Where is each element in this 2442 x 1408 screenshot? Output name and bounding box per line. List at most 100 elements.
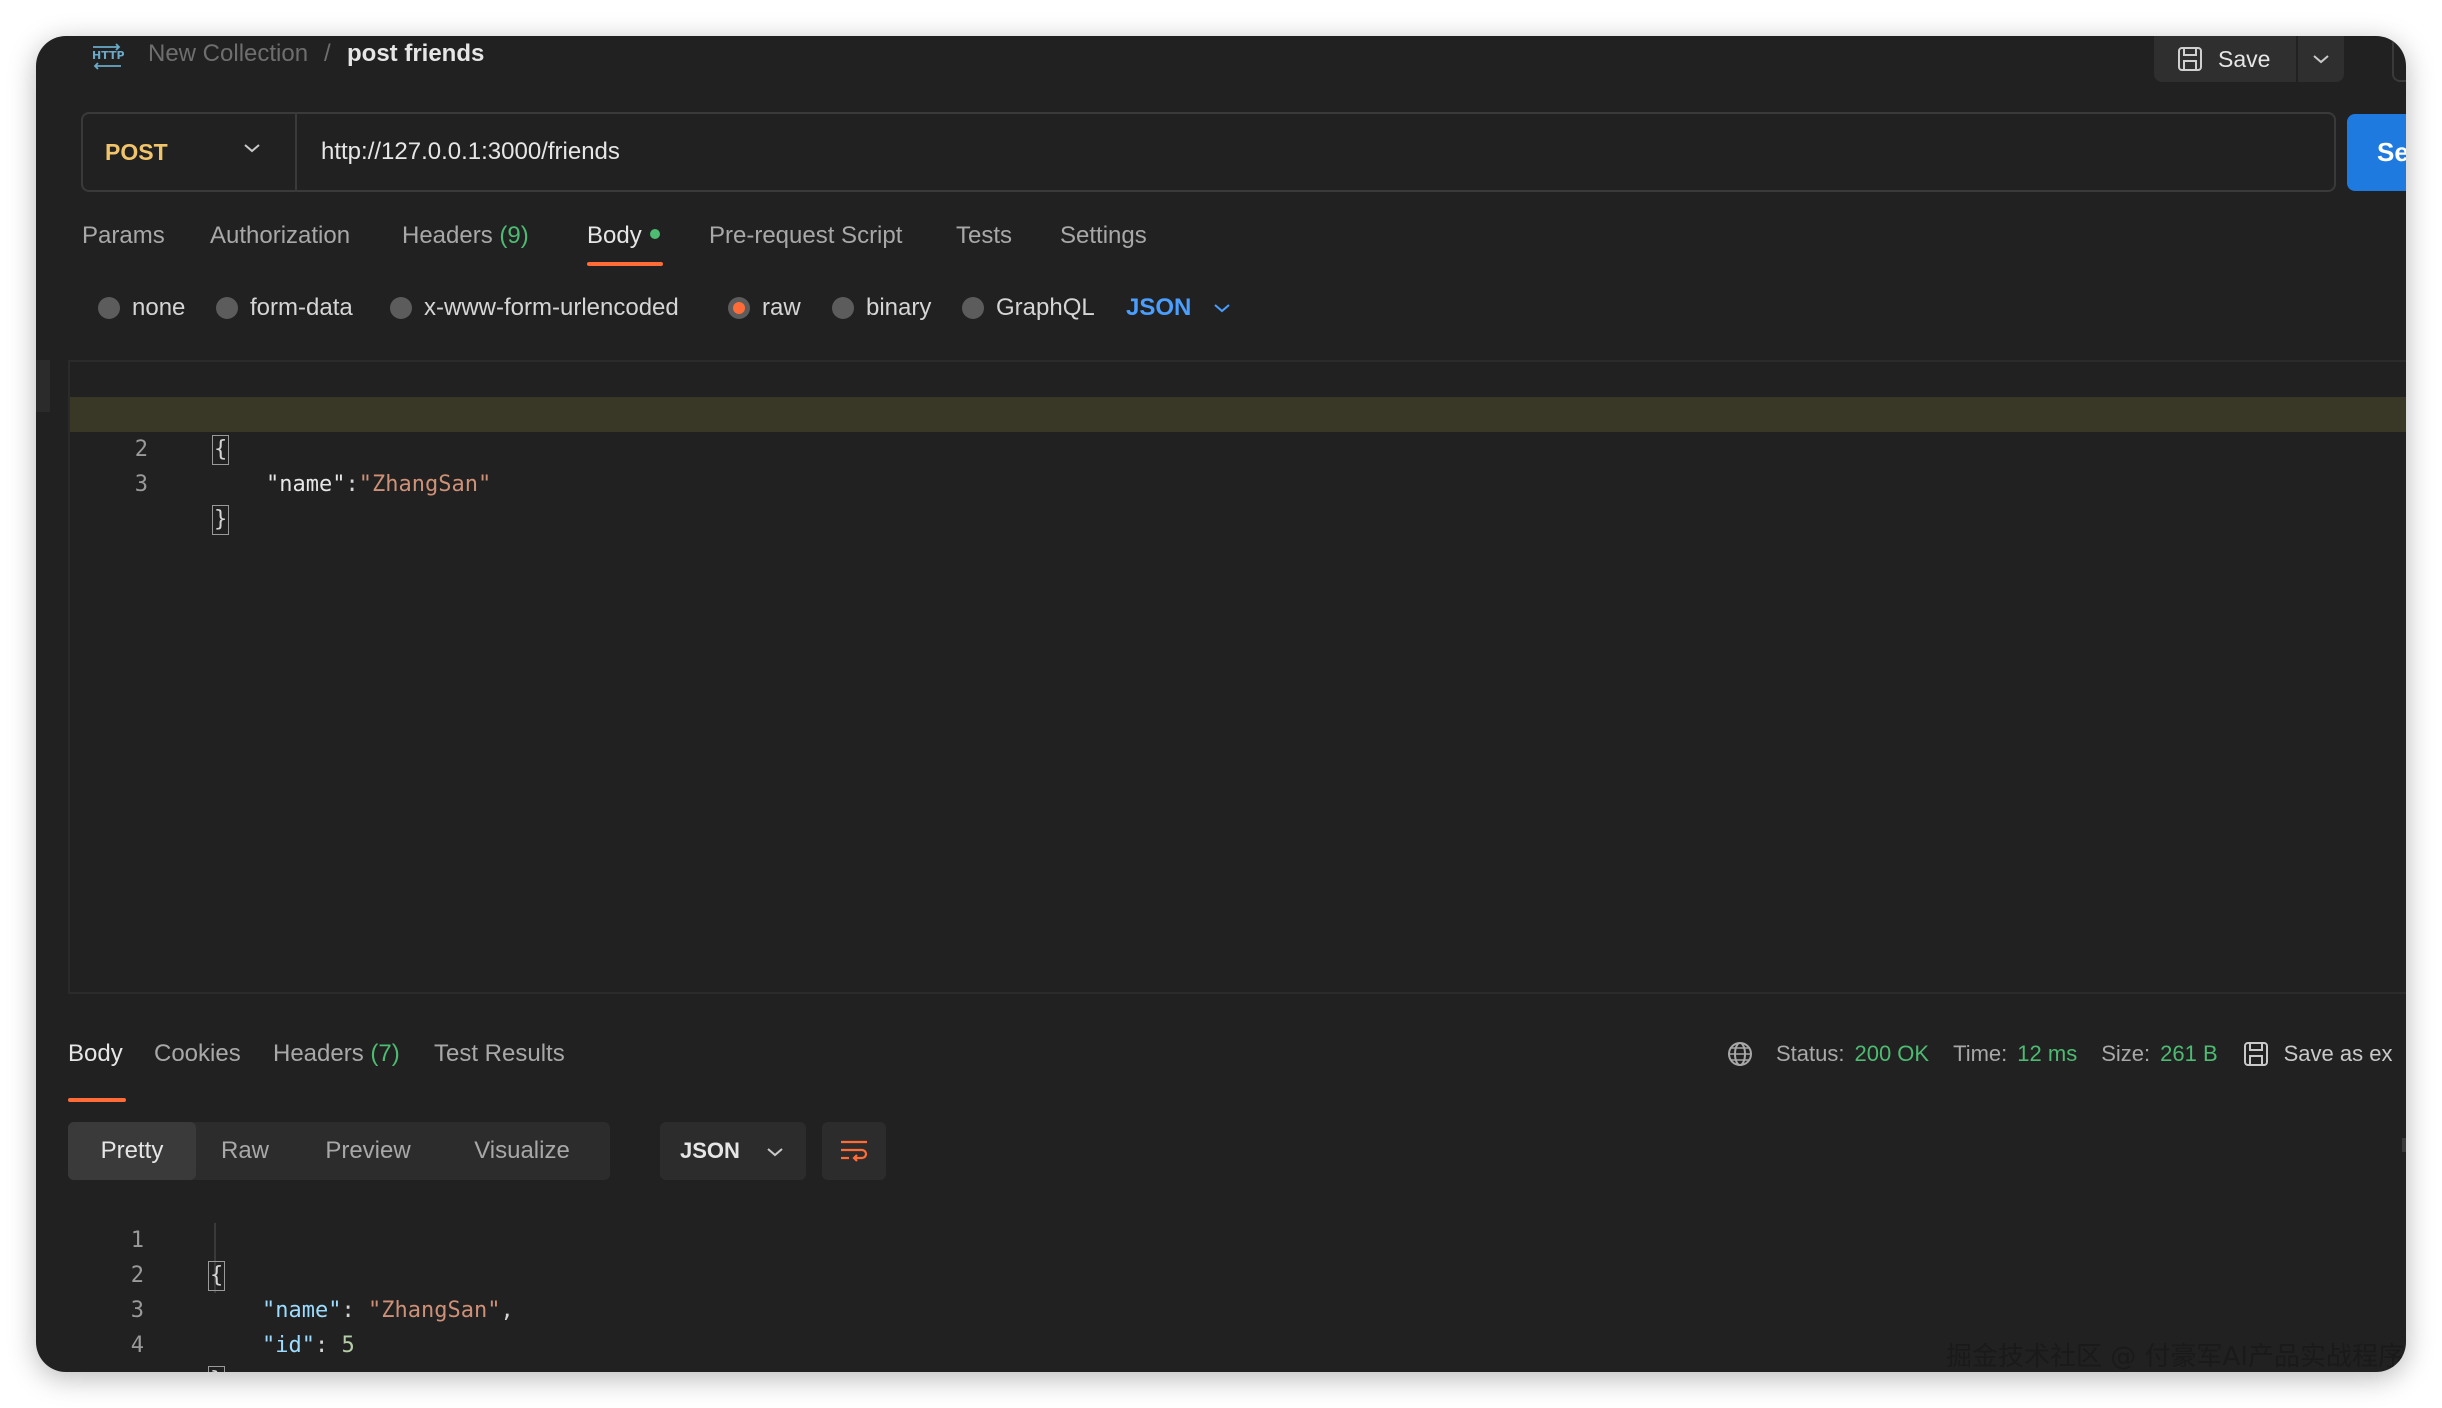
body-modified-indicator (649, 229, 660, 239)
line-number: 4 (130, 1333, 144, 1358)
radio-dot (962, 297, 984, 319)
save-options-button[interactable] (2298, 36, 2344, 82)
code-line: 4 } (68, 1293, 2406, 1372)
save-button-label: Save (2218, 45, 2271, 72)
http-icon: HTTP (92, 43, 124, 70)
code-line: 1 { (68, 1188, 2406, 1291)
radio-dot (98, 297, 120, 319)
body-language-label: JSON (1126, 294, 1192, 321)
save-as-example-button[interactable]: Save as ex (2242, 1040, 2393, 1068)
method-label: POST (105, 138, 168, 165)
json-value: "ZhangSan" (358, 472, 492, 497)
response-tab-headers-label: Headers (273, 1040, 364, 1067)
breadcrumb-separator: / (324, 40, 331, 67)
globe-icon[interactable] (1726, 1040, 1754, 1068)
breadcrumb-collection[interactable]: New Collection (148, 36, 308, 72)
radio-binary[interactable]: binary (832, 288, 931, 328)
code-line: 3 } (70, 432, 2406, 535)
json-key: "id" (262, 1333, 315, 1358)
code-line: 1 { (70, 362, 2406, 465)
radio-urlencoded-label: x-www-form-urlencoded (424, 294, 679, 321)
radio-graphql[interactable]: GraphQL (962, 288, 1095, 328)
scroll-marker (2402, 1138, 2406, 1152)
response-tab-headers-count: (7) (370, 1040, 400, 1067)
code-line-highlighted: 2 "name":"ZhangSan" (70, 397, 2406, 497)
view-pretty-button[interactable]: Pretty (68, 1122, 196, 1180)
code-line: 3 "id": 5 (68, 1258, 2406, 1358)
response-language-select[interactable]: JSON (660, 1122, 806, 1180)
brace-close: } (212, 505, 230, 535)
brace-close: } (208, 1366, 226, 1372)
response-view-segmented-control: Pretty Raw Preview Visualize (68, 1122, 610, 1180)
size-value[interactable]: 261 B (2160, 1041, 2218, 1067)
radio-form-data-label: form-data (250, 294, 353, 321)
request-header-bar: HTTP New Collection / post friends Save (36, 36, 2406, 88)
time-value[interactable]: 12 ms (2017, 1041, 2077, 1067)
tab-tests[interactable]: Tests (956, 218, 1012, 254)
editor-gutter-marker (36, 360, 50, 412)
status-value[interactable]: 200 OK (1854, 1041, 1929, 1067)
radio-raw[interactable]: raw (728, 288, 801, 328)
save-button-group: Save (2154, 36, 2344, 82)
chevron-down-icon (2313, 55, 2329, 64)
response-language-label: JSON (680, 1138, 740, 1163)
radio-graphql-label: GraphQL (996, 294, 1095, 321)
json-colon: : (314, 1333, 342, 1358)
breadcrumb-request-name[interactable]: post friends (347, 36, 484, 72)
code-line: 2 "name": "ZhangSan", (68, 1223, 2406, 1323)
size-label: Size: (2101, 1041, 2151, 1066)
method-select[interactable]: POST (83, 114, 297, 190)
wrap-lines-icon (841, 1140, 868, 1162)
radio-dot-selected (728, 297, 750, 319)
url-input[interactable]: http://127.0.0.1:3000/friends (321, 114, 620, 190)
radio-dot (832, 297, 854, 319)
body-type-selector: none form-data x-www-form-urlencoded raw… (36, 288, 2406, 328)
save-button[interactable]: Save (2154, 36, 2296, 82)
active-tab-indicator (587, 262, 663, 266)
response-tab-test-results[interactable]: Test Results (434, 1036, 565, 1072)
postman-window: HTTP New Collection / post friends Save (36, 36, 2406, 1372)
json-colon: : (345, 472, 359, 497)
save-icon (2243, 1042, 2268, 1066)
request-body-editor[interactable]: 1 { 2 "name":"ZhangSan" 3 } (68, 360, 2406, 994)
radio-dot (216, 297, 238, 319)
sidebar-toggle-button[interactable] (2392, 36, 2406, 82)
tab-body-label: Body (587, 222, 642, 249)
radio-none-label: none (132, 294, 186, 321)
send-button[interactable]: Se (2347, 114, 2406, 191)
view-preview-button[interactable]: Preview (294, 1122, 442, 1180)
tab-headers[interactable]: Headers (9) (402, 218, 529, 254)
radio-dot (390, 297, 412, 319)
save-as-example-label: Save as ex (2283, 1041, 2393, 1066)
chevron-down-icon (244, 144, 260, 153)
radio-raw-label: raw (762, 294, 801, 321)
tab-body[interactable]: Body (587, 218, 660, 254)
response-tab-cookies[interactable]: Cookies (154, 1036, 241, 1072)
wrap-lines-button[interactable] (822, 1122, 886, 1180)
radio-urlencoded[interactable]: x-www-form-urlencoded (390, 288, 679, 328)
response-tab-body[interactable]: Body (68, 1036, 123, 1072)
tab-headers-count: (9) (499, 222, 529, 249)
view-raw-button[interactable]: Raw (196, 1122, 294, 1180)
svg-text:HTTP: HTTP (92, 49, 124, 62)
tab-settings[interactable]: Settings (1060, 218, 1147, 254)
tab-params[interactable]: Params (82, 218, 165, 254)
radio-form-data[interactable]: form-data (216, 288, 353, 328)
url-bar: POST http://127.0.0.1:3000/friends (81, 112, 2336, 192)
time-label: Time: (1953, 1041, 2008, 1066)
radio-binary-label: binary (866, 294, 932, 321)
watermark: 掘金技术社区 @ 付豪军AI产品实战程序员 (1946, 1342, 2406, 1372)
tab-pre-request-script[interactable]: Pre-request Script (709, 218, 902, 254)
response-body-viewer[interactable]: 1 { 2 "name": "ZhangSan", 3 "id": 5 4 } (68, 1188, 2406, 1372)
radio-none[interactable]: none (98, 288, 185, 328)
chevron-down-icon (1214, 304, 1231, 313)
chevron-down-icon (767, 1148, 783, 1157)
response-tab-headers[interactable]: Headers (7) (273, 1036, 400, 1072)
tab-authorization[interactable]: Authorization (210, 218, 350, 254)
status-label: Status: (1776, 1041, 1845, 1066)
json-value: 5 (341, 1333, 355, 1358)
view-visualize-button[interactable]: Visualize (442, 1122, 602, 1180)
response-active-tab-indicator (68, 1098, 126, 1102)
tab-headers-label: Headers (402, 222, 493, 249)
body-language-select[interactable]: JSON (1126, 288, 1231, 328)
